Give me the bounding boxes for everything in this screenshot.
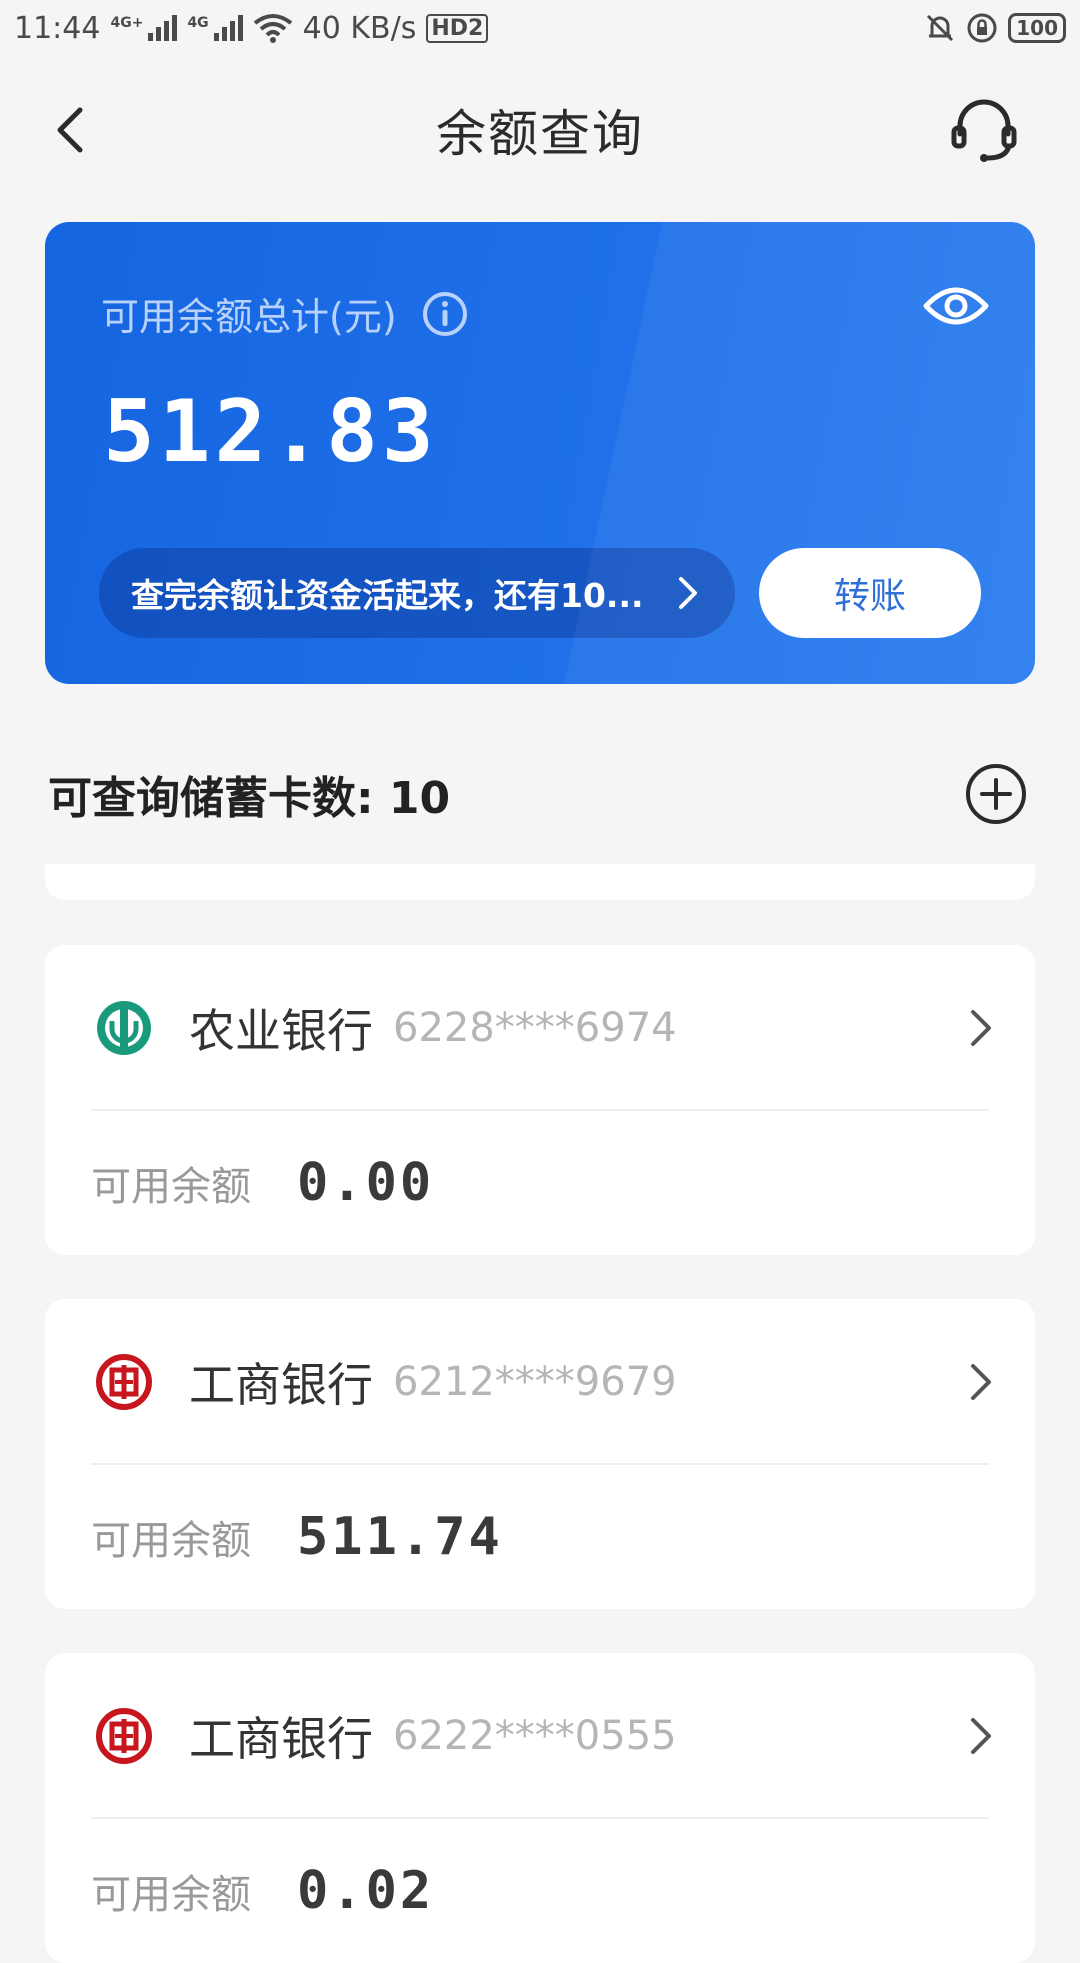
balance-summary-card: 可用余额总计(元) 512.83 查完余额让资金活起来，还有10... 转账 bbox=[45, 222, 1035, 684]
balance-label: 可用余额 bbox=[91, 1872, 251, 1918]
account-balance-row: 可用余额 511.74 bbox=[91, 1465, 503, 1609]
status-left: 11:44 4G+ 4G 40 KB/s HD2 bbox=[14, 10, 489, 46]
total-balance-amount: 512.83 bbox=[103, 382, 438, 482]
status-time: 11:44 bbox=[14, 10, 101, 46]
hd-icon: HD2 bbox=[426, 13, 489, 43]
network-type-1: 4G+ bbox=[110, 15, 144, 31]
headset-support-icon[interactable] bbox=[948, 94, 1020, 166]
back-arrow-icon[interactable] bbox=[44, 102, 100, 158]
total-balance-label: 可用余额总计(元) bbox=[101, 295, 397, 339]
account-card[interactable]: 工商银行 6222****0555 可用余额 0.02 bbox=[45, 1653, 1035, 1963]
balance-label: 可用余额 bbox=[91, 1518, 251, 1564]
account-header: 工商银行 6212****9679 bbox=[45, 1299, 1035, 1464]
account-card[interactable]: 农业银行 6228****6974 可用余额 0.00 bbox=[45, 945, 1035, 1255]
total-balance-label-row: 可用余额总计(元) bbox=[101, 286, 469, 341]
chevron-right-icon bbox=[971, 1009, 991, 1046]
network-speed: 40 KB/s bbox=[302, 10, 417, 46]
add-card-icon[interactable] bbox=[964, 762, 1028, 826]
chevron-right-icon bbox=[971, 1363, 991, 1400]
rotation-lock-icon bbox=[967, 13, 997, 43]
eye-icon[interactable] bbox=[923, 282, 989, 330]
status-right: 100 bbox=[924, 12, 1066, 44]
promo-banner[interactable]: 查完余额让资金活起来，还有10... bbox=[99, 548, 735, 638]
transfer-button[interactable]: 转账 bbox=[759, 548, 981, 638]
promo-text: 查完余额让资金活起来，还有10... bbox=[131, 576, 644, 615]
balance-label: 可用余额 bbox=[91, 1164, 251, 1210]
battery-level: 100 bbox=[1016, 16, 1058, 40]
account-balance-row: 可用余额 0.02 bbox=[91, 1819, 434, 1963]
account-header: 农业银行 6228****6974 bbox=[45, 945, 1035, 1110]
bank-name: 工商银行 bbox=[189, 1357, 373, 1412]
info-icon[interactable] bbox=[421, 290, 469, 338]
bell-muted-icon bbox=[927, 14, 954, 42]
page-title: 余额查询 bbox=[436, 105, 644, 163]
balance-value: 0.02 bbox=[297, 1861, 435, 1921]
chevron-right-icon bbox=[971, 1717, 991, 1754]
bank-name: 农业银行 bbox=[189, 1003, 373, 1058]
network-type-2: 4G bbox=[187, 15, 209, 31]
balance-value: 511.74 bbox=[297, 1507, 503, 1567]
partial-account-card bbox=[45, 864, 1035, 900]
balance-value: 0.00 bbox=[297, 1153, 435, 1213]
chevron-right-icon bbox=[679, 577, 697, 609]
header: 余额查询 bbox=[0, 80, 1080, 180]
icbc-bank-logo-icon bbox=[96, 1707, 152, 1764]
account-header: 工商银行 6222****0555 bbox=[45, 1653, 1035, 1818]
card-number: 6212****9679 bbox=[393, 1358, 677, 1405]
status-bar: 11:44 4G+ 4G 40 KB/s HD2 100 bbox=[0, 0, 1080, 56]
account-balance-row: 可用余额 0.00 bbox=[91, 1111, 434, 1255]
icbc-bank-logo-icon bbox=[96, 1353, 152, 1410]
account-card[interactable]: 工商银行 6212****9679 可用余额 511.74 bbox=[45, 1299, 1035, 1609]
abc-bank-logo-icon bbox=[97, 1000, 151, 1055]
debit-card-count: 可查询储蓄卡数: 10 bbox=[48, 773, 451, 824]
card-number: 6222****0555 bbox=[393, 1712, 677, 1759]
bank-name: 工商银行 bbox=[189, 1711, 373, 1766]
card-number: 6228****6974 bbox=[393, 1004, 677, 1051]
wifi-icon bbox=[253, 14, 292, 43]
signal-2-icon: 4G bbox=[187, 15, 243, 41]
signal-1-icon: 4G+ bbox=[110, 15, 178, 41]
debit-card-count-row: 可查询储蓄卡数: 10 bbox=[48, 756, 1028, 832]
battery-icon: 100 bbox=[1008, 13, 1066, 43]
